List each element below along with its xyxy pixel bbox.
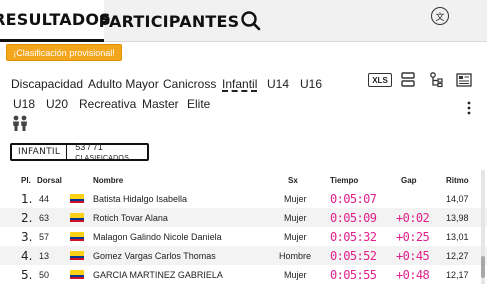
row-pace: 14,07 xyxy=(446,193,469,204)
row-pace: 13,01 xyxy=(446,231,469,242)
row-time: 0:05:32 xyxy=(330,229,377,244)
table-row[interactable]: 3. 57 Malagon Galindo Nicole Daniela Muj… xyxy=(0,227,487,246)
row-position: 4. xyxy=(21,248,33,263)
row-time: 0:05:52 xyxy=(330,248,377,263)
colombia-flag-icon xyxy=(70,227,84,246)
row-dorsal: 63 xyxy=(39,212,50,223)
row-gap: +0:48 xyxy=(396,267,430,282)
row-dorsal: 44 xyxy=(39,193,50,204)
header-sx: Sx xyxy=(288,176,298,185)
table-row[interactable]: 5. 50 GARCIA MARTINEZ GABRIELA Mujer 0:0… xyxy=(0,265,487,284)
row-pace: 13,98 xyxy=(446,212,469,223)
tab-participantes[interactable]: PARTICIPANTES xyxy=(99,0,240,42)
row-time: 0:05:55 xyxy=(330,267,377,282)
colombia-flag-icon xyxy=(70,189,84,208)
header-tiempo: Tiempo xyxy=(330,176,359,185)
row-gap: +0:45 xyxy=(396,248,430,263)
row-sex: Mujer xyxy=(284,212,307,223)
category-canicross[interactable]: Canicross xyxy=(163,76,216,92)
row-gap: +0:02 xyxy=(396,210,430,225)
category-adulto-mayor[interactable]: Adulto Mayor xyxy=(88,76,159,92)
summary-category: INFANTIL xyxy=(12,145,68,159)
category-infantil[interactable]: Infantil xyxy=(222,76,258,92)
table-row[interactable]: 4. 13 Gomez Vargas Carlos Thomas Hombre … xyxy=(0,246,487,265)
row-pace: 12,27 xyxy=(446,250,469,261)
colombia-flag-icon xyxy=(70,265,84,284)
table-row[interactable]: 2. 63 Rotich Tovar Alana Mujer 0:05:09 +… xyxy=(0,208,487,227)
row-sex: Mujer xyxy=(284,231,307,242)
classification-summary: INFANTIL 53 / 71 CLASIFICADOS xyxy=(10,142,149,162)
row-time: 0:05:09 xyxy=(330,210,377,225)
tree-icon[interactable] xyxy=(429,72,443,88)
search-icon[interactable] xyxy=(238,8,264,34)
row-name[interactable]: Rotich Tovar Alana xyxy=(93,208,168,227)
row-sex: Hombre xyxy=(279,250,312,261)
row-name[interactable]: GARCIA MARTINEZ GABRIELA xyxy=(93,265,223,284)
row-dorsal: 57 xyxy=(39,231,50,242)
scrollbar-thumb[interactable] xyxy=(481,256,485,278)
category-master[interactable]: Master xyxy=(142,96,179,112)
colombia-flag-icon xyxy=(70,246,84,265)
header-nombre: Nombre xyxy=(93,176,124,185)
table-row[interactable]: 1. 44 Batista Hidalgo Isabella Mujer 0:0… xyxy=(0,189,487,208)
stacked-rows-icon[interactable] xyxy=(401,72,415,88)
category-u16[interactable]: U16 xyxy=(300,76,322,92)
category-recreativa[interactable]: Recreativa xyxy=(79,96,136,112)
row-position: 1. xyxy=(21,191,33,206)
row-position: 2. xyxy=(21,210,33,225)
row-name[interactable]: Gomez Vargas Carlos Thomas xyxy=(93,246,216,265)
colombia-flag-icon xyxy=(70,208,84,227)
row-sex: Mujer xyxy=(284,193,307,204)
header-dorsal: Dorsal xyxy=(37,176,62,185)
row-name[interactable]: Malagon Galindo Nicole Daniela xyxy=(93,227,222,246)
tab-resultados[interactable]: RESULTADOS xyxy=(0,0,111,42)
more-vertical-icon[interactable] xyxy=(466,101,472,115)
provisional-badge: ¡Clasificación provisional! xyxy=(6,44,122,61)
row-position: 3. xyxy=(21,229,33,244)
category-u14[interactable]: U14 xyxy=(267,76,289,92)
header-gap: Gap xyxy=(401,176,417,185)
top-tab-bar: RESULTADOS PARTICIPANTES 文 xyxy=(0,0,487,42)
people-icon[interactable] xyxy=(11,115,29,131)
header-pl: Pl. xyxy=(21,176,31,185)
row-pace: 12,17 xyxy=(446,269,469,280)
summary-count: 53 / 71 CLASIFICADOS xyxy=(75,142,129,162)
category-u18[interactable]: U18 xyxy=(13,96,35,112)
row-time: 0:05:07 xyxy=(330,191,377,206)
row-name[interactable]: Batista Hidalgo Isabella xyxy=(93,189,187,208)
language-icon[interactable]: 文 xyxy=(431,7,449,25)
header-ritmo: Ritmo xyxy=(446,176,469,185)
row-dorsal: 50 xyxy=(39,269,50,280)
xls-icon[interactable]: XLS xyxy=(368,73,392,87)
category-elite[interactable]: Elite xyxy=(187,96,210,112)
row-gap: +0:25 xyxy=(396,229,430,244)
row-dorsal: 13 xyxy=(39,250,50,261)
row-sex: Mujer xyxy=(284,269,307,280)
row-position: 5. xyxy=(21,267,33,282)
category-discapacidad[interactable]: Discapacidad xyxy=(11,76,83,92)
image-icon[interactable] xyxy=(456,73,472,87)
table-scrollbar[interactable] xyxy=(481,170,485,284)
category-u20[interactable]: U20 xyxy=(46,96,68,112)
